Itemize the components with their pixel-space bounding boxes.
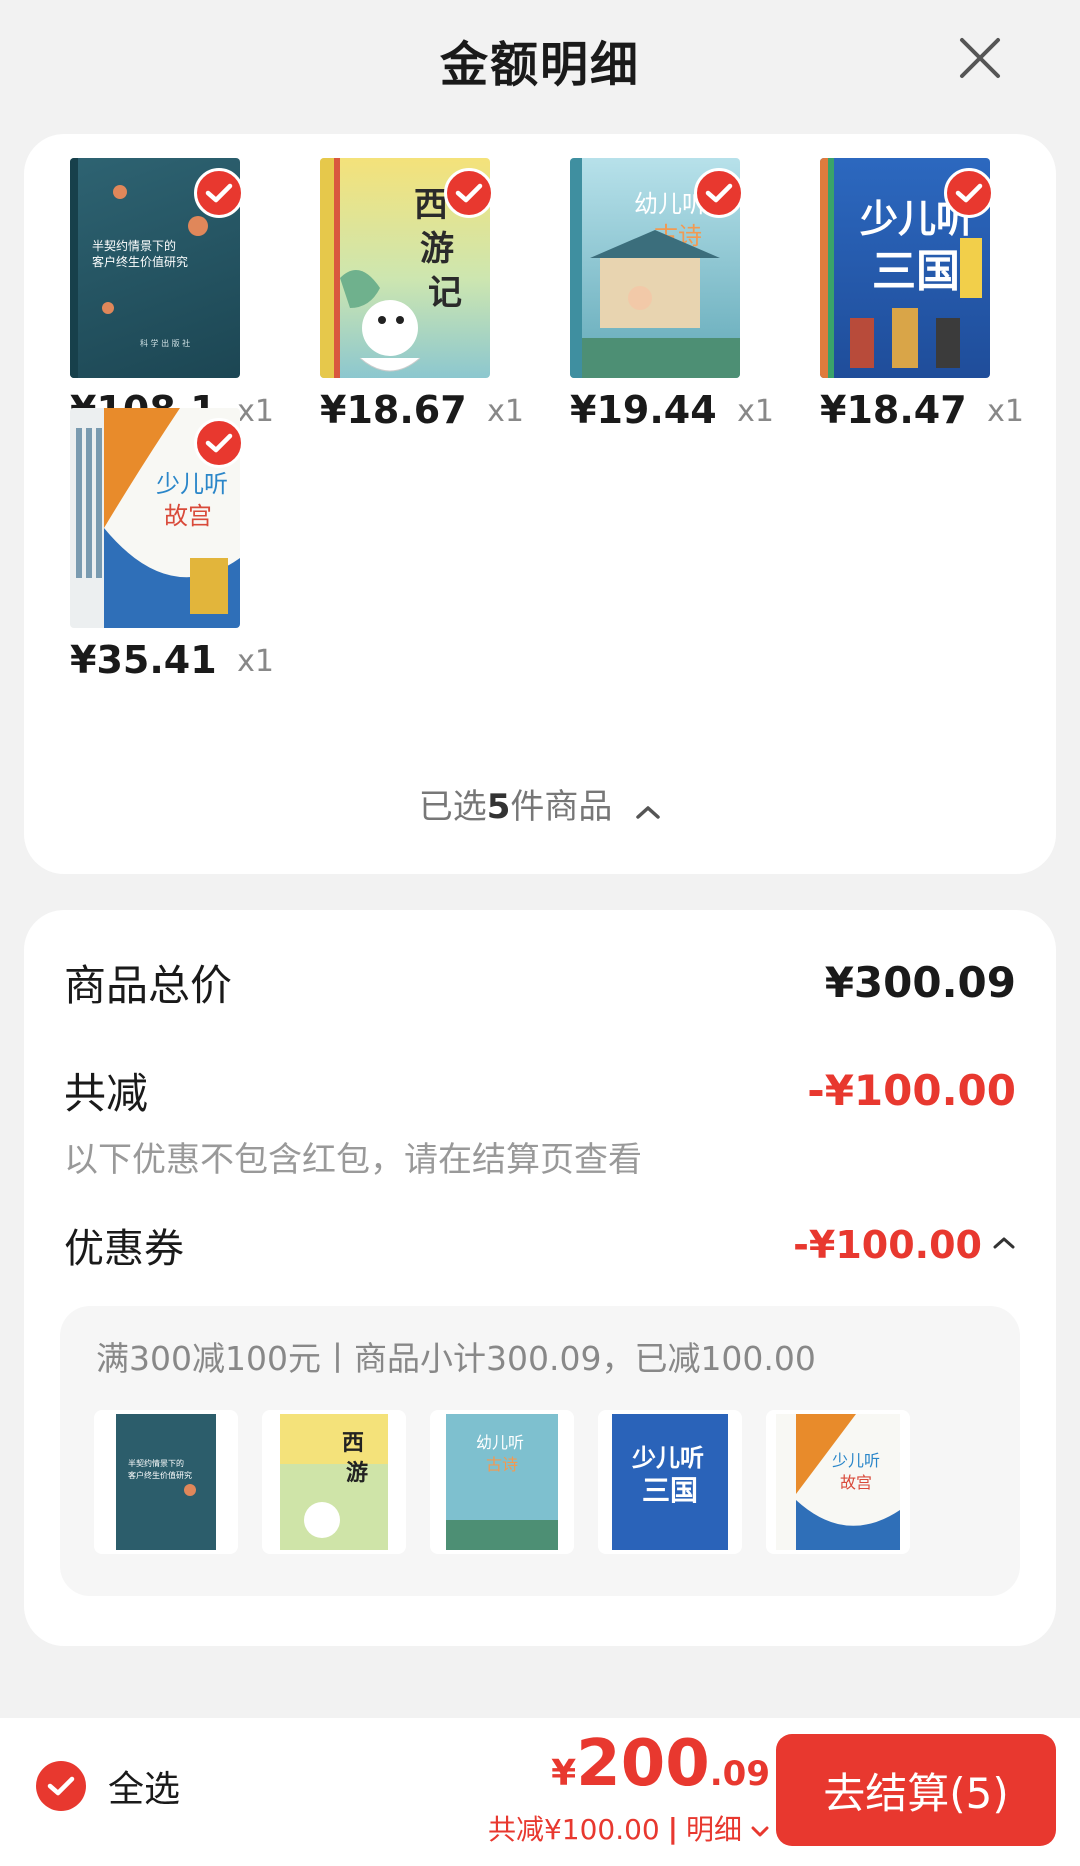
svg-text:三国: 三国: [872, 246, 960, 297]
coupon-value: -¥100.00: [793, 1223, 982, 1267]
svg-text:少儿听: 少儿听: [832, 1451, 880, 1470]
svg-text:游: 游: [420, 229, 454, 269]
selected-count: 5: [486, 787, 511, 827]
svg-text:科 学 出 版 社: 科 学 出 版 社: [140, 338, 190, 348]
selected-count-toggle[interactable]: 已选5件商品: [24, 779, 1056, 829]
svg-text:记: 记: [428, 273, 462, 313]
detail-toggle[interactable]: 共减¥100.00 | 明细: [488, 1808, 770, 1848]
coupon-label: 优惠券: [64, 1226, 184, 1272]
cart-item[interactable]: 少儿听 故宫 ¥35.41 x1: [44, 408, 274, 682]
item-qty: x1: [987, 394, 1024, 429]
cart-item[interactable]: 半契约情景下的 客户终生价值研究 科 学 出 版 社 ¥108.1 x1: [44, 158, 274, 432]
discount-label: 共减: [64, 1069, 149, 1118]
svg-text:游: 游: [346, 1460, 368, 1486]
svg-text:古诗: 古诗: [486, 1455, 518, 1474]
item-qty: x1: [237, 644, 274, 679]
checkmark-icon[interactable]: [444, 168, 494, 218]
bottom-bar: 全选 ¥200.09 共减¥100.00 | 明细 去结算(5): [0, 1718, 1080, 1866]
item-price: ¥19.44: [570, 388, 717, 432]
goods-total-label: 商品总价: [64, 961, 233, 1010]
coupon-detail-box: 满300减100元丨商品小计300.09，已减100.00 半契约情景下的 客户终…: [60, 1306, 1020, 1596]
coupon-description: 满300减100元丨商品小计300.09，已减100.00: [96, 1339, 816, 1378]
discount-value: -¥100.00: [807, 1066, 1016, 1115]
chevron-down-icon: [750, 1812, 770, 1845]
select-all-toggle[interactable]: 全选: [36, 1760, 180, 1812]
goods-total-value: ¥300.09: [824, 958, 1016, 1007]
header: 金额明细: [0, 0, 1080, 120]
checkout-button[interactable]: 去结算(5): [776, 1734, 1056, 1846]
item-price: ¥18.67: [320, 388, 467, 432]
cart-item[interactable]: 西 游 记 ¥18.67 x1: [294, 158, 524, 432]
checkmark-icon[interactable]: [194, 168, 244, 218]
page-title: 金额明细: [439, 37, 640, 93]
svg-text:半契约情景下的: 半契约情景下的: [92, 238, 176, 253]
close-icon[interactable]: [952, 30, 1008, 86]
thumb-shaoer-gugong: 少儿听 故宫: [766, 1410, 910, 1554]
svg-text:故宫: 故宫: [164, 502, 212, 530]
separator: |: [667, 1811, 678, 1845]
detail-label: 明细: [685, 1813, 742, 1846]
svg-text:客户终生价值研究: 客户终生价值研究: [92, 254, 188, 269]
price-summary-card: 商品总价 ¥300.09 共减 -¥100.00 以下优惠不包含红包，请在结算页…: [24, 910, 1056, 1646]
svg-text:少儿听: 少儿听: [156, 470, 228, 498]
coupon-row[interactable]: 优惠券 -¥100.00: [64, 1216, 1016, 1274]
thumb-shaoer-sanguo: 少儿听 三国: [598, 1410, 742, 1554]
thumb-customer-value: 半契约情景下的 客户终生价值研究: [94, 1410, 238, 1554]
cart-item[interactable]: 幼儿听 古诗 ¥19.44 x1: [544, 158, 774, 432]
item-qty: x1: [487, 394, 524, 429]
discount-row: 共减 -¥100.00: [64, 1060, 1016, 1121]
item-qty: x1: [737, 394, 774, 429]
item-price: ¥35.41: [70, 638, 217, 682]
item-price: ¥18.47: [820, 388, 967, 432]
total-currency: ¥: [551, 1753, 577, 1794]
total-summary: ¥200.09 共减¥100.00 | 明细: [488, 1732, 770, 1848]
chevron-up-icon: [635, 789, 661, 829]
chevron-up-icon: [992, 1235, 1016, 1255]
svg-text:故宫: 故宫: [840, 1473, 872, 1492]
svg-text:西: 西: [342, 1430, 364, 1456]
coupon-value-group[interactable]: -¥100.00: [793, 1223, 1016, 1267]
discount-note: 以下优惠不包含红包，请在结算页查看: [64, 1140, 642, 1180]
thumb-youer-gushi: 幼儿听 古诗: [430, 1410, 574, 1554]
checkmark-icon[interactable]: [194, 418, 244, 468]
selected-suffix: 件商品: [510, 787, 613, 827]
checkmark-icon[interactable]: [694, 168, 744, 218]
total-dec: .09: [709, 1754, 770, 1794]
thumb-xiyouji: 西游: [262, 1410, 406, 1554]
svg-text:西: 西: [414, 185, 448, 225]
total-int: 200: [576, 1727, 710, 1801]
select-all-label: 全选: [108, 1769, 181, 1810]
checkmark-icon[interactable]: [36, 1761, 86, 1811]
svg-text:三国: 三国: [642, 1474, 698, 1507]
total-saved: 共减¥100.00: [487, 1813, 660, 1846]
cart-item[interactable]: 少儿听 三国 ¥18.47 x1: [794, 158, 1024, 432]
selected-items-card: 半契约情景下的 客户终生价值研究 科 学 出 版 社 ¥108.1 x1 西 游…: [24, 134, 1056, 874]
svg-text:幼儿听: 幼儿听: [476, 1433, 524, 1452]
goods-total-row: 商品总价 ¥300.09: [64, 952, 1016, 1013]
svg-text:客户终生价值研究: 客户终生价值研究: [128, 1470, 192, 1480]
checkmark-icon[interactable]: [944, 168, 994, 218]
total-price: ¥200.09: [488, 1732, 770, 1796]
svg-text:半契约情景下的: 半契约情景下的: [128, 1458, 184, 1468]
coupon-item-thumbnails: 半契约情景下的 客户终生价值研究 西游 幼儿听 古诗 少儿听 三国 少儿听 故宫: [94, 1410, 910, 1554]
svg-text:少儿听: 少儿听: [631, 1444, 704, 1472]
selected-prefix: 已选: [418, 787, 487, 827]
